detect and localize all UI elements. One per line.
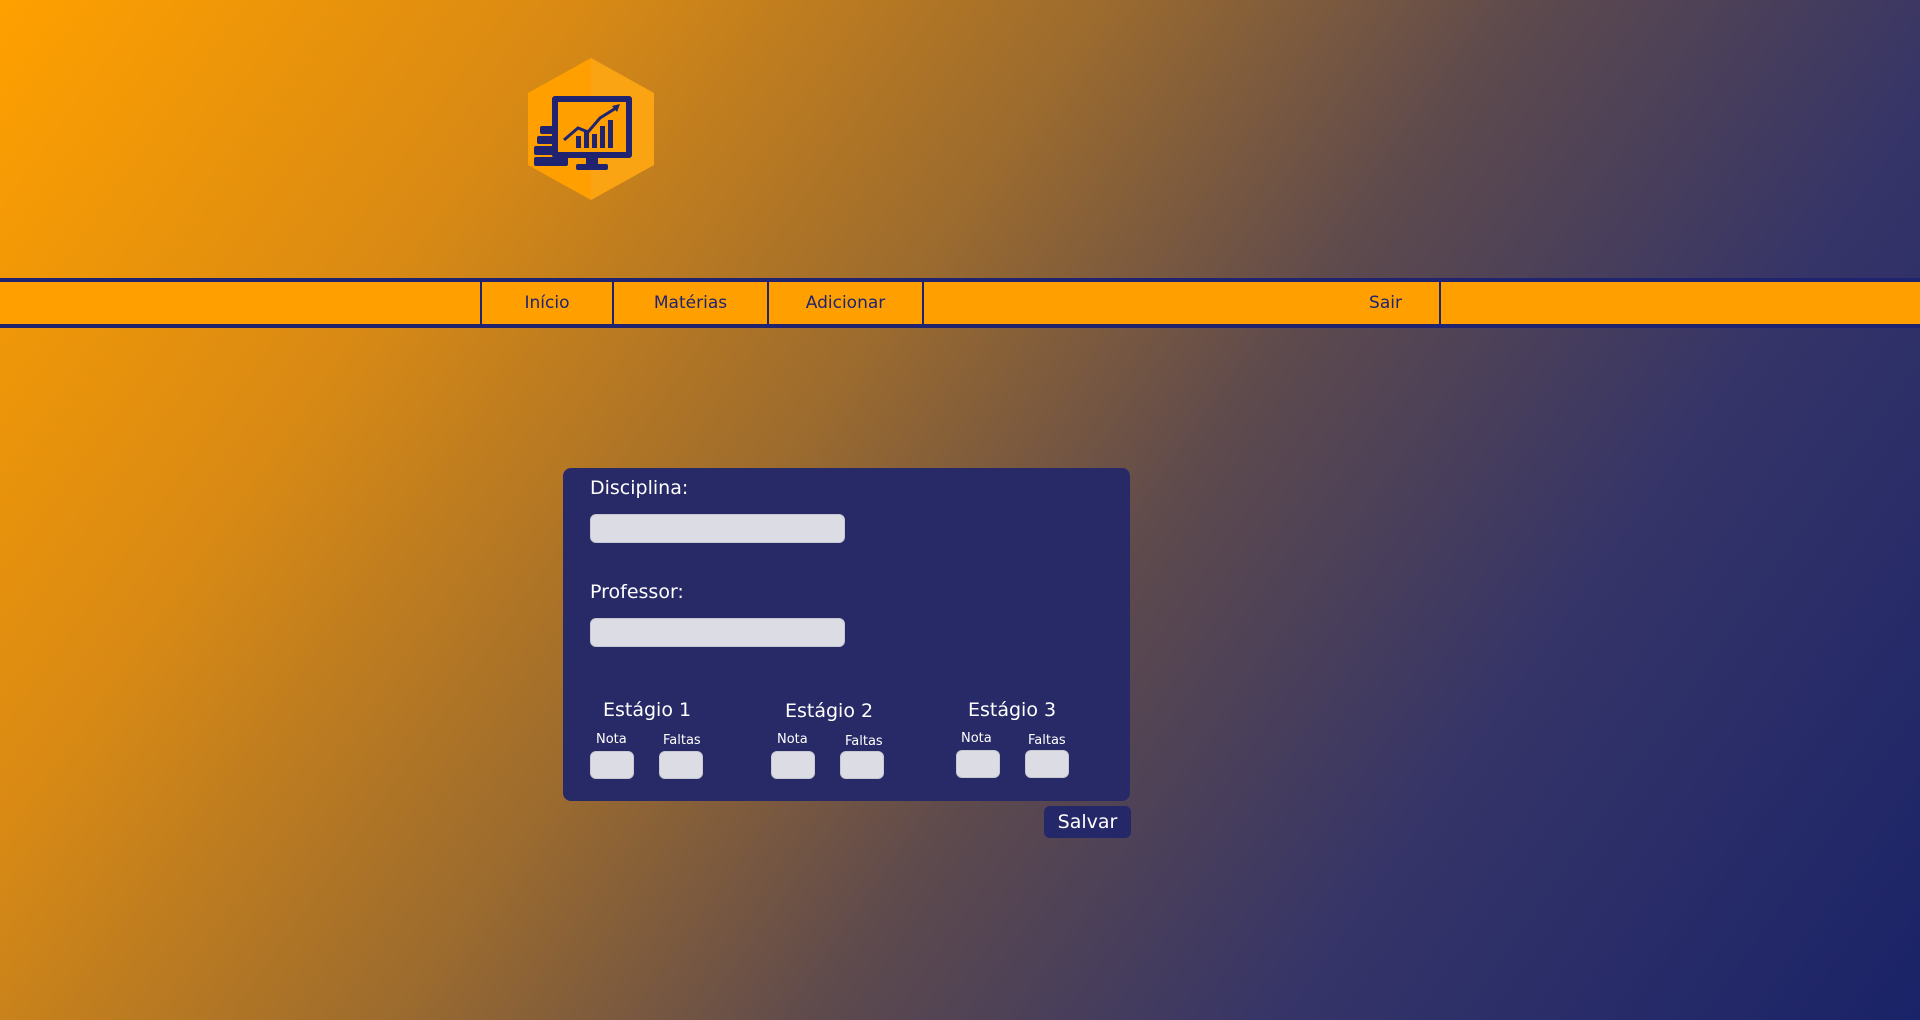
monitor-chart-books-icon <box>528 58 654 200</box>
nav-item-inicio[interactable]: Início <box>480 282 614 324</box>
nav-bar: Início Matérias Adicionar Sair <box>0 278 1920 328</box>
nav-item-label: Adicionar <box>805 293 886 313</box>
stage-1-absences-label: Faltas <box>663 733 701 748</box>
stage-2-title: Estágio 2 <box>785 700 874 722</box>
app-logo <box>528 58 654 200</box>
stage-1-grade-input[interactable] <box>590 751 634 779</box>
stage-2-grade-input[interactable] <box>771 751 815 779</box>
stage-2-grade-label: Nota <box>777 732 808 747</box>
logout-label: Sair <box>1369 293 1402 313</box>
stage-1-grade-label: Nota <box>596 732 627 747</box>
stage-1-title: Estágio 1 <box>603 699 692 721</box>
nav-item-adicionar[interactable]: Adicionar <box>769 282 924 324</box>
stage-3-absences-label: Faltas <box>1028 733 1066 748</box>
nav-item-label: Matérias <box>653 293 728 313</box>
nav-item-label: Início <box>524 293 570 313</box>
stage-3-title: Estágio 3 <box>968 699 1057 721</box>
discipline-input[interactable] <box>590 514 845 543</box>
subject-form-card: Disciplina: Professor: Estágio 1 Nota Fa… <box>563 468 1130 801</box>
stage-3-grade-input[interactable] <box>956 750 1000 778</box>
professor-label: Professor: <box>590 581 684 603</box>
logout-button[interactable]: Sair <box>1332 282 1441 324</box>
stage-2-absences-input[interactable] <box>840 751 884 779</box>
stage-1-absences-input[interactable] <box>659 751 703 779</box>
nav-item-materias[interactable]: Matérias <box>614 282 769 324</box>
stage-3-absences-input[interactable] <box>1025 750 1069 778</box>
discipline-label: Disciplina: <box>590 477 689 499</box>
save-button[interactable]: Salvar <box>1044 806 1131 838</box>
stage-3-grade-label: Nota <box>961 731 992 746</box>
stage-2-absences-label: Faltas <box>845 734 883 749</box>
professor-input[interactable] <box>590 618 845 647</box>
